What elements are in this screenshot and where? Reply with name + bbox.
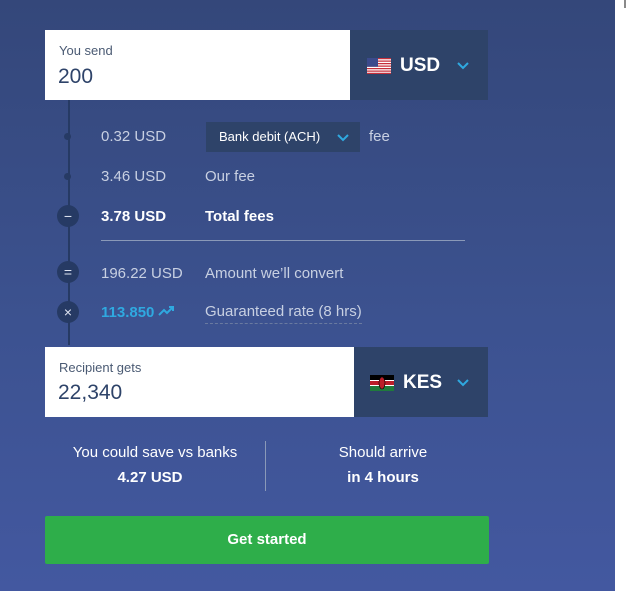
exchange-rate-value: 113.850 xyxy=(101,304,155,321)
our-fee-label: Our fee xyxy=(205,168,256,185)
chevron-down-icon xyxy=(337,134,349,142)
arrival-label: Should arrive xyxy=(338,444,428,461)
minus-icon: − xyxy=(57,205,79,227)
savings-amount: 4.27 USD xyxy=(117,469,183,486)
receive-amount-field[interactable]: Recipient gets 22,340 xyxy=(45,347,354,417)
receive-amount-input[interactable]: 22,340 xyxy=(58,381,122,405)
payment-method-select[interactable]: Bank debit (ACH) xyxy=(206,122,360,152)
method-fee-amount: 0.32 USD xyxy=(101,128,167,145)
send-currency-code: USD xyxy=(400,55,441,76)
receive-currency-code: KES xyxy=(403,372,443,393)
receive-label: Recipient gets xyxy=(59,360,142,375)
total-fees-label: Total fees xyxy=(205,208,274,225)
multiply-icon: × xyxy=(57,301,79,323)
arrival-time: in 4 hours xyxy=(347,469,419,486)
guaranteed-rate-link[interactable]: Guaranteed rate (8 hrs) xyxy=(205,303,362,324)
send-label: You send xyxy=(59,43,113,58)
scrollbar-thumb[interactable] xyxy=(624,0,626,8)
our-fee-amount: 3.46 USD xyxy=(101,168,167,185)
transfer-calculator: You send 200 USD 0.32 USD Bank debit (AC… xyxy=(0,0,615,591)
convert-amount: 196.22 USD xyxy=(101,265,183,282)
method-fee-suffix: fee xyxy=(369,128,390,145)
divider xyxy=(101,240,465,241)
equals-icon: = xyxy=(57,261,79,283)
payment-method-value: Bank debit (ACH) xyxy=(219,129,321,144)
info-separator xyxy=(265,441,266,491)
savings-label: You could save vs banks xyxy=(72,444,238,461)
us-flag-icon xyxy=(367,58,391,74)
timeline-dot xyxy=(64,173,71,180)
kenya-flag-icon xyxy=(370,375,394,391)
chevron-down-icon xyxy=(457,379,469,387)
timeline-dot xyxy=(64,133,71,140)
trending-up-icon xyxy=(158,306,174,316)
receive-currency-select[interactable]: KES xyxy=(354,347,488,417)
send-amount-input[interactable]: 200 xyxy=(58,65,93,89)
send-currency-select[interactable]: USD xyxy=(350,30,488,100)
scrollbar[interactable] xyxy=(615,0,629,591)
chevron-down-icon xyxy=(457,62,469,70)
send-amount-field[interactable]: You send 200 xyxy=(45,30,350,100)
total-fees-amount: 3.78 USD xyxy=(101,208,167,225)
get-started-button[interactable]: Get started xyxy=(45,516,489,564)
convert-label: Amount we’ll convert xyxy=(205,265,344,282)
